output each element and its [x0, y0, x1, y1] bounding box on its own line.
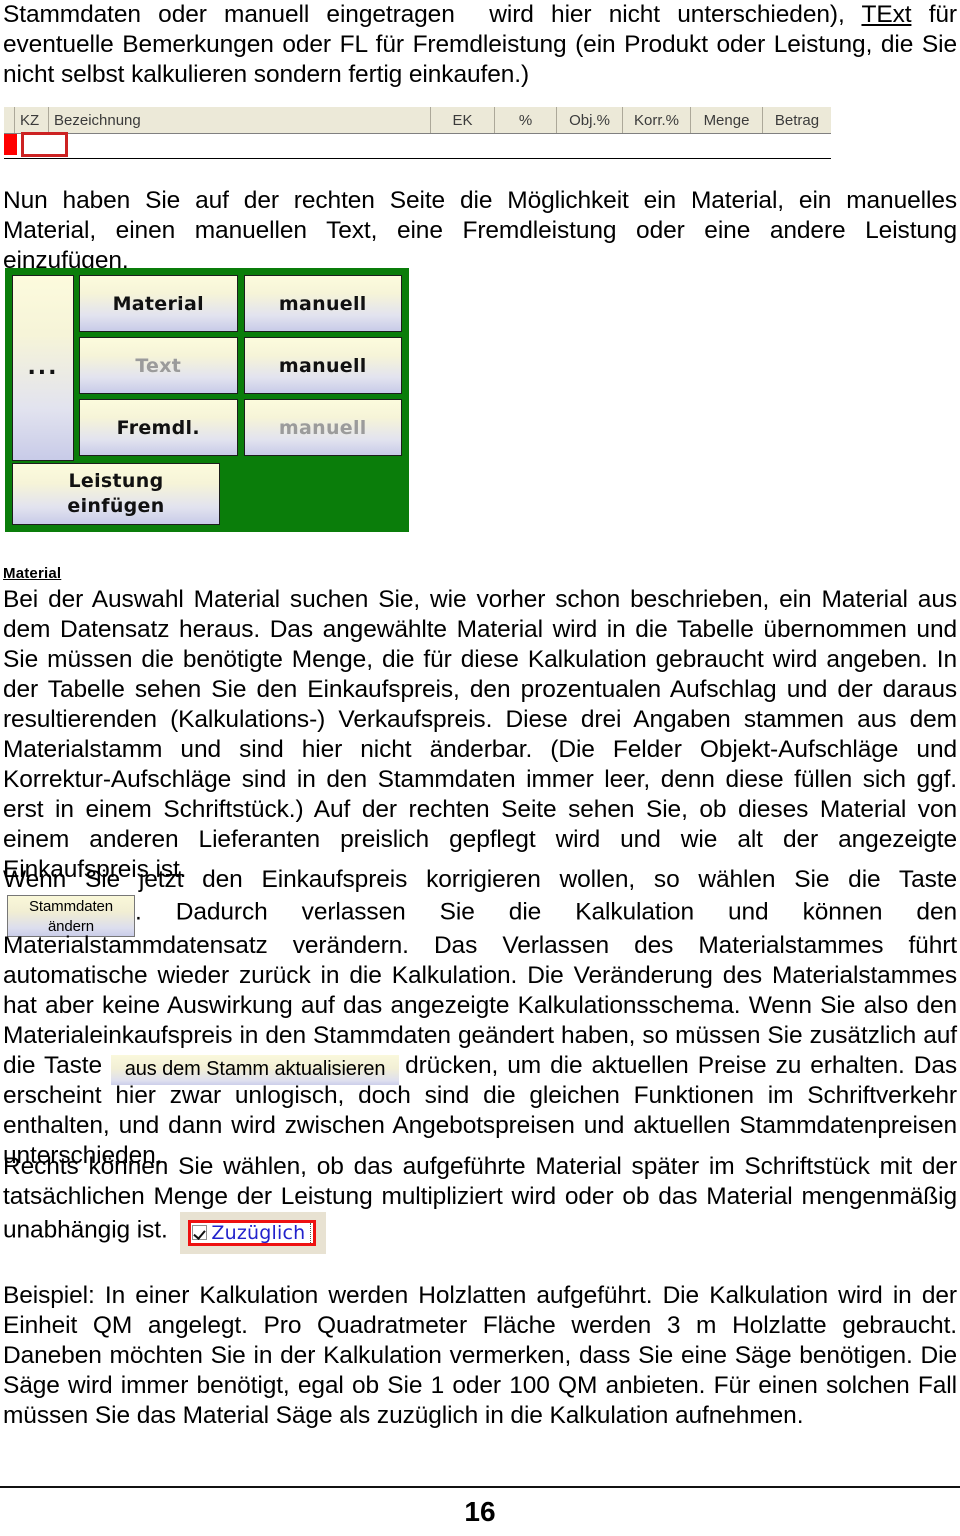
- page-number: 16: [464, 1496, 496, 1527]
- text-abbrev-underlined: TExt: [861, 1, 912, 28]
- leistung-einfuegen-button[interactable]: Leistung einfügen: [12, 463, 220, 525]
- rechts-section-block: Rechts können Sie wählen, ob das aufgefü…: [3, 1152, 957, 1254]
- material-section-paragraph: Bei der Auswahl Material suchen Sie, wie…: [3, 586, 957, 883]
- kz-cell-selected[interactable]: [21, 132, 68, 157]
- rechts-paragraph: Rechts können Sie wählen, ob das aufgefü…: [3, 1152, 957, 1254]
- material-button[interactable]: Material: [79, 275, 238, 332]
- grid-column-header-obj-percent[interactable]: Obj.%: [557, 107, 623, 133]
- row-status-marker: [4, 134, 17, 155]
- wenn-paragraph: Wenn Sie jetzt den Einkaufspreis korrigi…: [3, 865, 957, 1171]
- fremdleistung-button[interactable]: Fremdl.: [79, 399, 238, 456]
- leistung-einfuegen-line1: Leistung einfügen: [67, 470, 165, 517]
- wenn-text-before: Wenn Sie jetzt den Einkaufspreis korrigi…: [3, 866, 957, 893]
- grid-column-header-betrag[interactable]: Betrag: [763, 107, 831, 133]
- zuzueglich-widget-screenshot: Zuzüglich: [180, 1212, 327, 1254]
- text-button[interactable]: Text: [79, 337, 238, 394]
- grid-column-header-bezeichnung[interactable]: Bezeichnung: [49, 107, 431, 133]
- text-manuell-button[interactable]: manuell: [243, 337, 402, 394]
- fremdleistung-manuell-button[interactable]: manuell: [243, 399, 402, 456]
- mid-paragraph-block: Nun haben Sie auf der rechten Seite die …: [3, 186, 957, 276]
- beispiel-paragraph: Beispiel: In einer Kalkulation werden Ho…: [3, 1282, 957, 1429]
- grid-column-header-menge[interactable]: Menge: [691, 107, 763, 133]
- insert-item-button-panel: ... Material manuell Text manuell Fremdl…: [5, 268, 409, 532]
- rechts-text: Rechts können Sie wählen, ob das aufgefü…: [3, 1153, 957, 1244]
- material-manuell-button[interactable]: manuell: [243, 275, 402, 332]
- panel-bottom-row: Leistung einfügen: [12, 458, 220, 525]
- panel-row-fremdleistung: Fremdl. manuell: [79, 399, 402, 456]
- aus-dem-stamm-aktualisieren-button[interactable]: aus dem Stamm aktualisieren: [111, 1054, 400, 1085]
- stammdaten-aendern-button[interactable]: Stammdaten ändern: [7, 895, 135, 937]
- ellipsis-browse-button[interactable]: ...: [12, 275, 74, 461]
- intro-paragraph: Stammdaten oder manuell eingetragen wird…: [3, 0, 957, 90]
- grid-first-row[interactable]: [4, 132, 831, 159]
- grid-column-header-kz[interactable]: KZ: [15, 107, 49, 133]
- grid-header-row: KZ Bezeichnung EK % Obj.% Korr.% Menge B…: [4, 106, 831, 134]
- kalkulation-grid-widget: KZ Bezeichnung EK % Obj.% Korr.% Menge B…: [4, 106, 831, 159]
- material-section-block: Material Bei der Auswahl Material suchen…: [3, 564, 957, 885]
- grid-column-header-ek[interactable]: EK: [431, 107, 495, 133]
- grid-column-header-percent[interactable]: %: [495, 107, 557, 133]
- grid-column-header-korr-percent[interactable]: Korr.%: [623, 107, 691, 133]
- footer-divider: [0, 1486, 960, 1488]
- grid-header-spacer: [4, 107, 15, 133]
- mid-paragraph: Nun haben Sie auf der rechten Seite die …: [3, 187, 957, 274]
- wenn-section-block: Wenn Sie jetzt den Einkaufspreis korrigi…: [3, 865, 957, 1171]
- document-page: Stammdaten oder manuell eingetragen wird…: [0, 0, 960, 1536]
- zuzueglich-label: Zuzüglich: [211, 1222, 312, 1243]
- zuzueglich-highlight-box[interactable]: Zuzüglich: [188, 1219, 317, 1246]
- panel-row-material: Material manuell: [79, 275, 402, 332]
- material-section-heading: Material: [3, 565, 62, 582]
- intro-text-part-a: Stammdaten oder manuell eingetragen wird…: [3, 1, 862, 28]
- beispiel-section-block: Beispiel: In einer Kalkulation werden Ho…: [3, 1281, 957, 1431]
- zuzueglich-checkbox[interactable]: [192, 1225, 208, 1240]
- intro-paragraph-block: Stammdaten oder manuell eingetragen wird…: [3, 0, 957, 90]
- panel-row-text: Text manuell: [79, 337, 402, 394]
- stammdaten-button-line1: Stammdaten: [28, 898, 114, 915]
